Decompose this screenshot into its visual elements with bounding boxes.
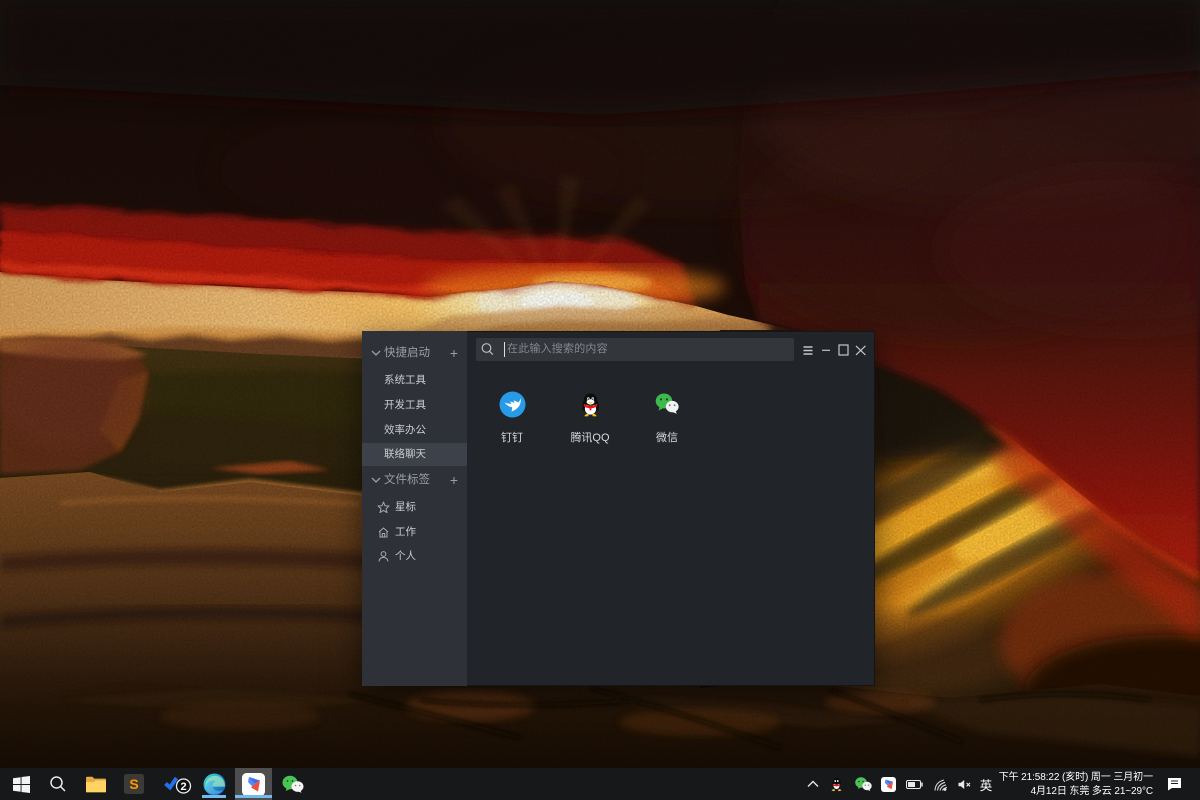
svg-text:2: 2 — [180, 781, 186, 793]
svg-text:S: S — [129, 776, 138, 792]
